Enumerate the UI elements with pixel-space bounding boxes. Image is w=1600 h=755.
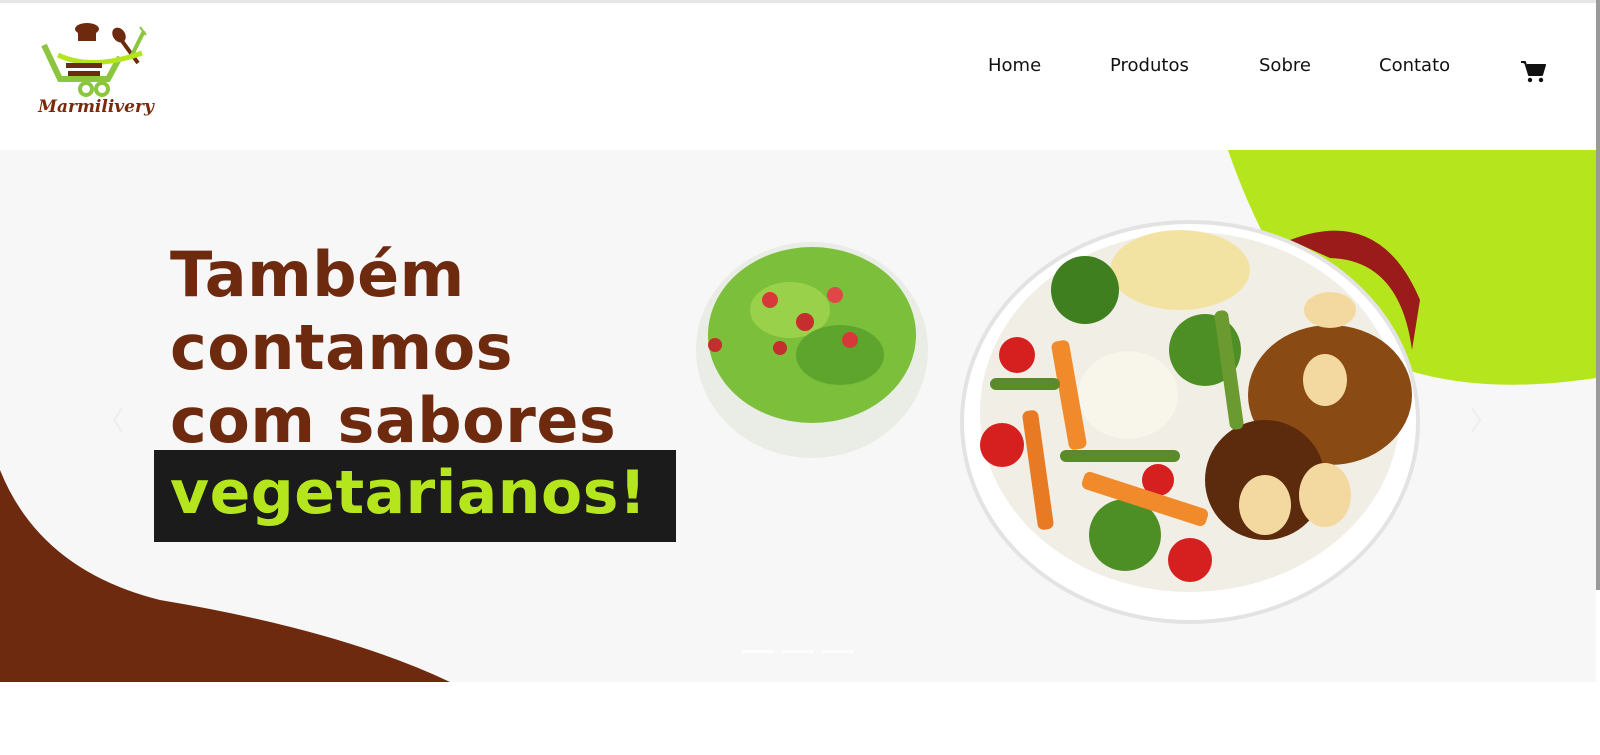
logo-icon: [41, 23, 147, 97]
nav-sobre[interactable]: Sobre: [1259, 55, 1311, 76]
hero-carousel: Também contamos com sabores vegetarianos…: [0, 150, 1596, 682]
brand-logo[interactable]: Marmilivery: [36, 19, 156, 131]
headline-line-1: Também: [170, 238, 465, 311]
brand-name: Marmilivery: [38, 97, 154, 117]
chevron-right-icon[interactable]: [1466, 400, 1486, 440]
headline-line-2: contamos: [170, 311, 514, 384]
navbar: Marmilivery Home Produtos Sobre Contato: [0, 3, 1600, 150]
carousel-indicator[interactable]: [742, 650, 774, 653]
nav-contato[interactable]: Contato: [1379, 55, 1450, 76]
carousel-indicator[interactable]: [822, 650, 854, 653]
nav-produtos[interactable]: Produtos: [1110, 55, 1189, 76]
salad-image: [696, 242, 928, 458]
headline-highlight-box: vegetarianos!: [154, 450, 676, 542]
chevron-left-icon[interactable]: [108, 400, 128, 440]
headline-highlight: vegetarianos!: [170, 458, 647, 528]
page-scrollbar[interactable]: [1596, 0, 1600, 590]
headline-line-3: com sabores: [170, 384, 617, 457]
cart-icon[interactable]: [1520, 59, 1546, 83]
main-dish-image: [960, 220, 1420, 624]
nav-home[interactable]: Home: [988, 55, 1041, 76]
hero-headline: Também contamos com sabores: [170, 238, 616, 457]
carousel-indicator[interactable]: [782, 650, 814, 653]
